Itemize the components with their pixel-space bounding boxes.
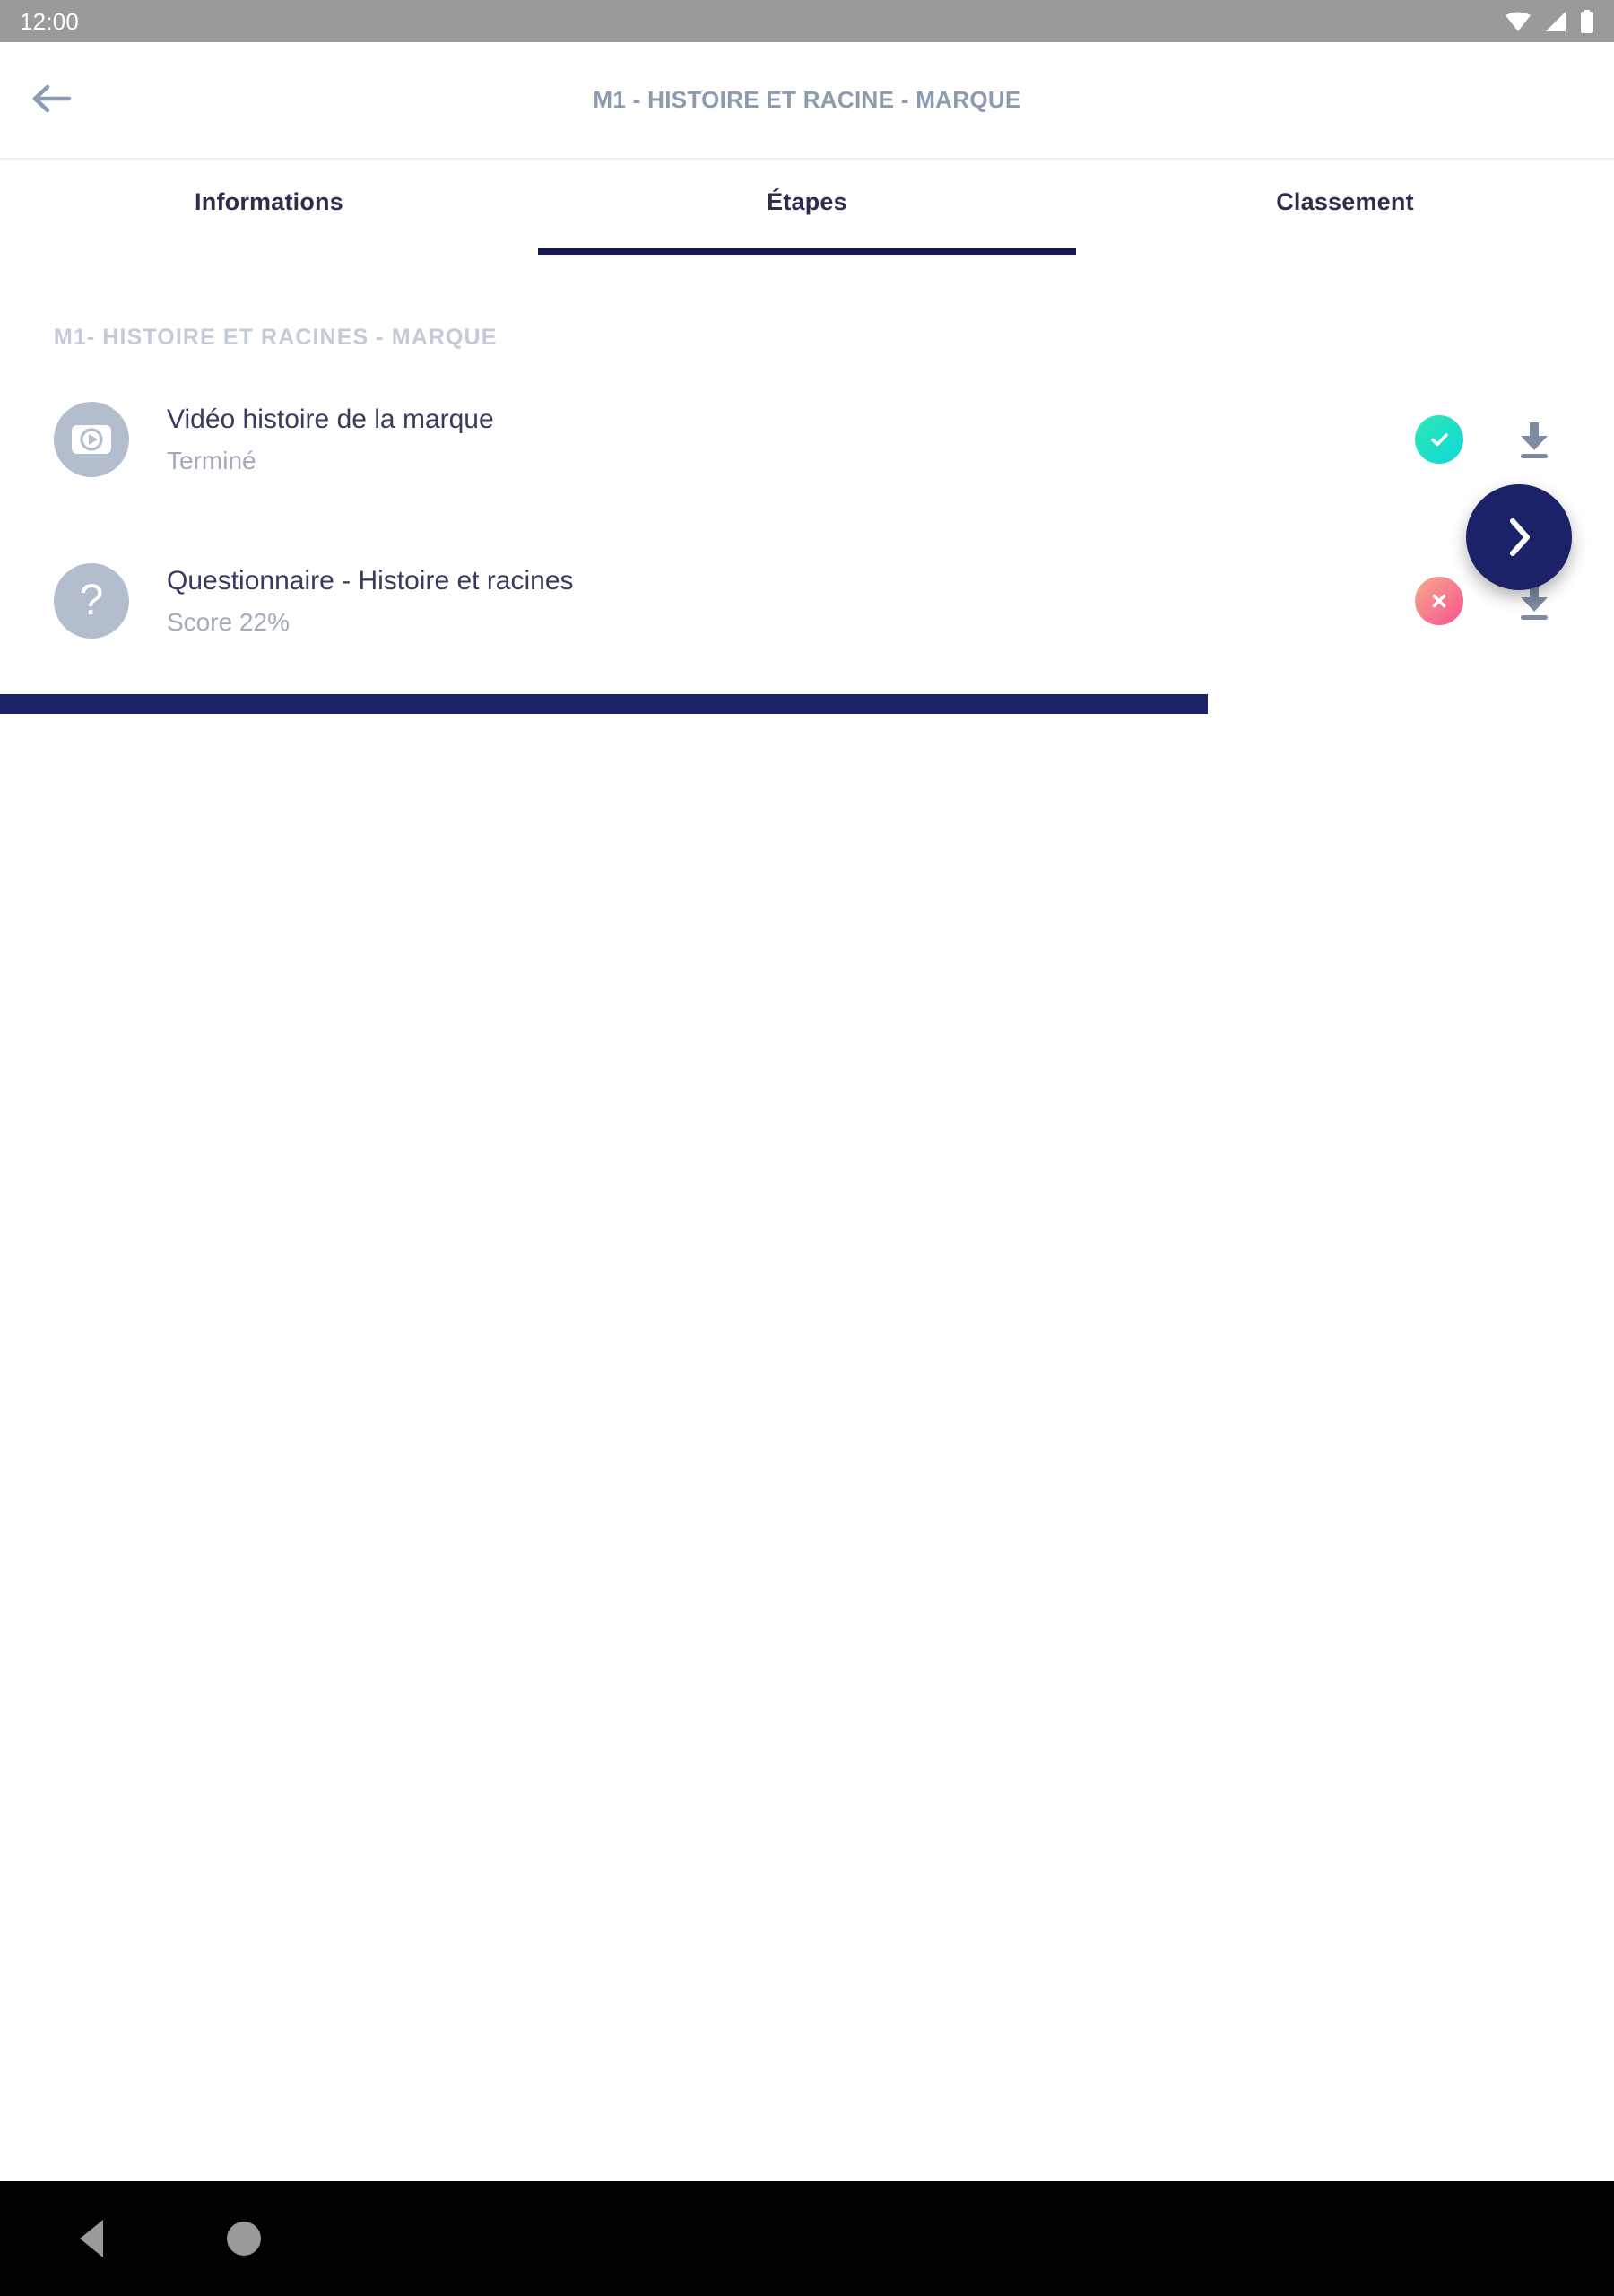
next-fab-button[interactable] [1466,484,1572,590]
main-content: M1- HISTOIRE ET RACINES - MARQUE Vidéo h… [0,255,1614,714]
nav-home-button[interactable] [190,2185,298,2292]
step-item-questionnaire[interactable]: ? Questionnaire - Histoire et racines Sc… [0,552,1614,649]
step-text-block: Questionnaire - Histoire et racines Scor… [167,564,1415,637]
tab-label: Classement [1276,188,1414,215]
status-badge-failed [1415,577,1463,625]
chevron-right-icon [1501,514,1537,561]
section-title: M1- HISTOIRE ET RACINES - MARQUE [54,325,498,350]
tab-bar: Informations Étapes Classement [0,160,1614,255]
tab-informations[interactable]: Informations [0,160,538,255]
step-item-video[interactable]: Vidéo histoire de la marque Terminé [0,391,1614,488]
app-bar: M1 - HISTOIRE ET RACINE - MARQUE [0,42,1614,160]
status-bar: 12:00 [0,0,1614,42]
nav-home-circle-icon [227,2222,261,2256]
content-wrapper: M1- HISTOIRE ET RACINES - MARQUE Vidéo h… [0,255,1614,2181]
back-button[interactable] [18,66,86,135]
nav-back-triangle-icon [80,2220,103,2257]
step-title: Questionnaire - Histoire et racines [167,566,574,596]
app-root: 12:00 M1 - HISTOIRE ET RACINE - MARQUE I… [0,0,1614,2296]
system-navigation-bar [0,2181,1614,2296]
tab-classement[interactable]: Classement [1076,160,1614,255]
question-mark-icon: ? [79,577,104,624]
page-title: M1 - HISTOIRE ET RACINE - MARQUE [593,86,1021,113]
step-list: Vidéo histoire de la marque Terminé ? Qu… [0,391,1614,649]
check-circle-icon [1426,426,1453,453]
cell-signal-icon [1544,11,1567,32]
nav-back-button[interactable] [38,2185,145,2292]
step-subtitle: Terminé [167,446,256,474]
status-clock: 12:00 [20,7,80,35]
step-icon-container: ? [54,563,129,639]
arrow-left-icon [31,83,73,117]
step-icon-container [54,402,129,477]
tab-etapes[interactable]: Étapes [538,160,1076,255]
tab-label: Étapes [767,188,847,215]
step-title: Vidéo histoire de la marque [167,404,494,435]
step-actions [1415,413,1560,465]
video-play-icon [70,422,113,457]
tab-label: Informations [195,188,343,215]
step-subtitle: Score 22% [167,607,290,636]
wifi-icon [1505,11,1532,32]
battery-icon [1580,9,1594,33]
step-text-block: Vidéo histoire de la marque Terminé [167,403,1415,475]
close-circle-icon [1426,587,1453,614]
download-button[interactable] [1508,413,1560,465]
download-icon [1514,419,1554,460]
bottom-accent-strip [0,694,1208,714]
tab-active-indicator [538,248,1076,255]
status-badge-completed [1415,415,1463,464]
status-bar-icons [1505,9,1594,33]
